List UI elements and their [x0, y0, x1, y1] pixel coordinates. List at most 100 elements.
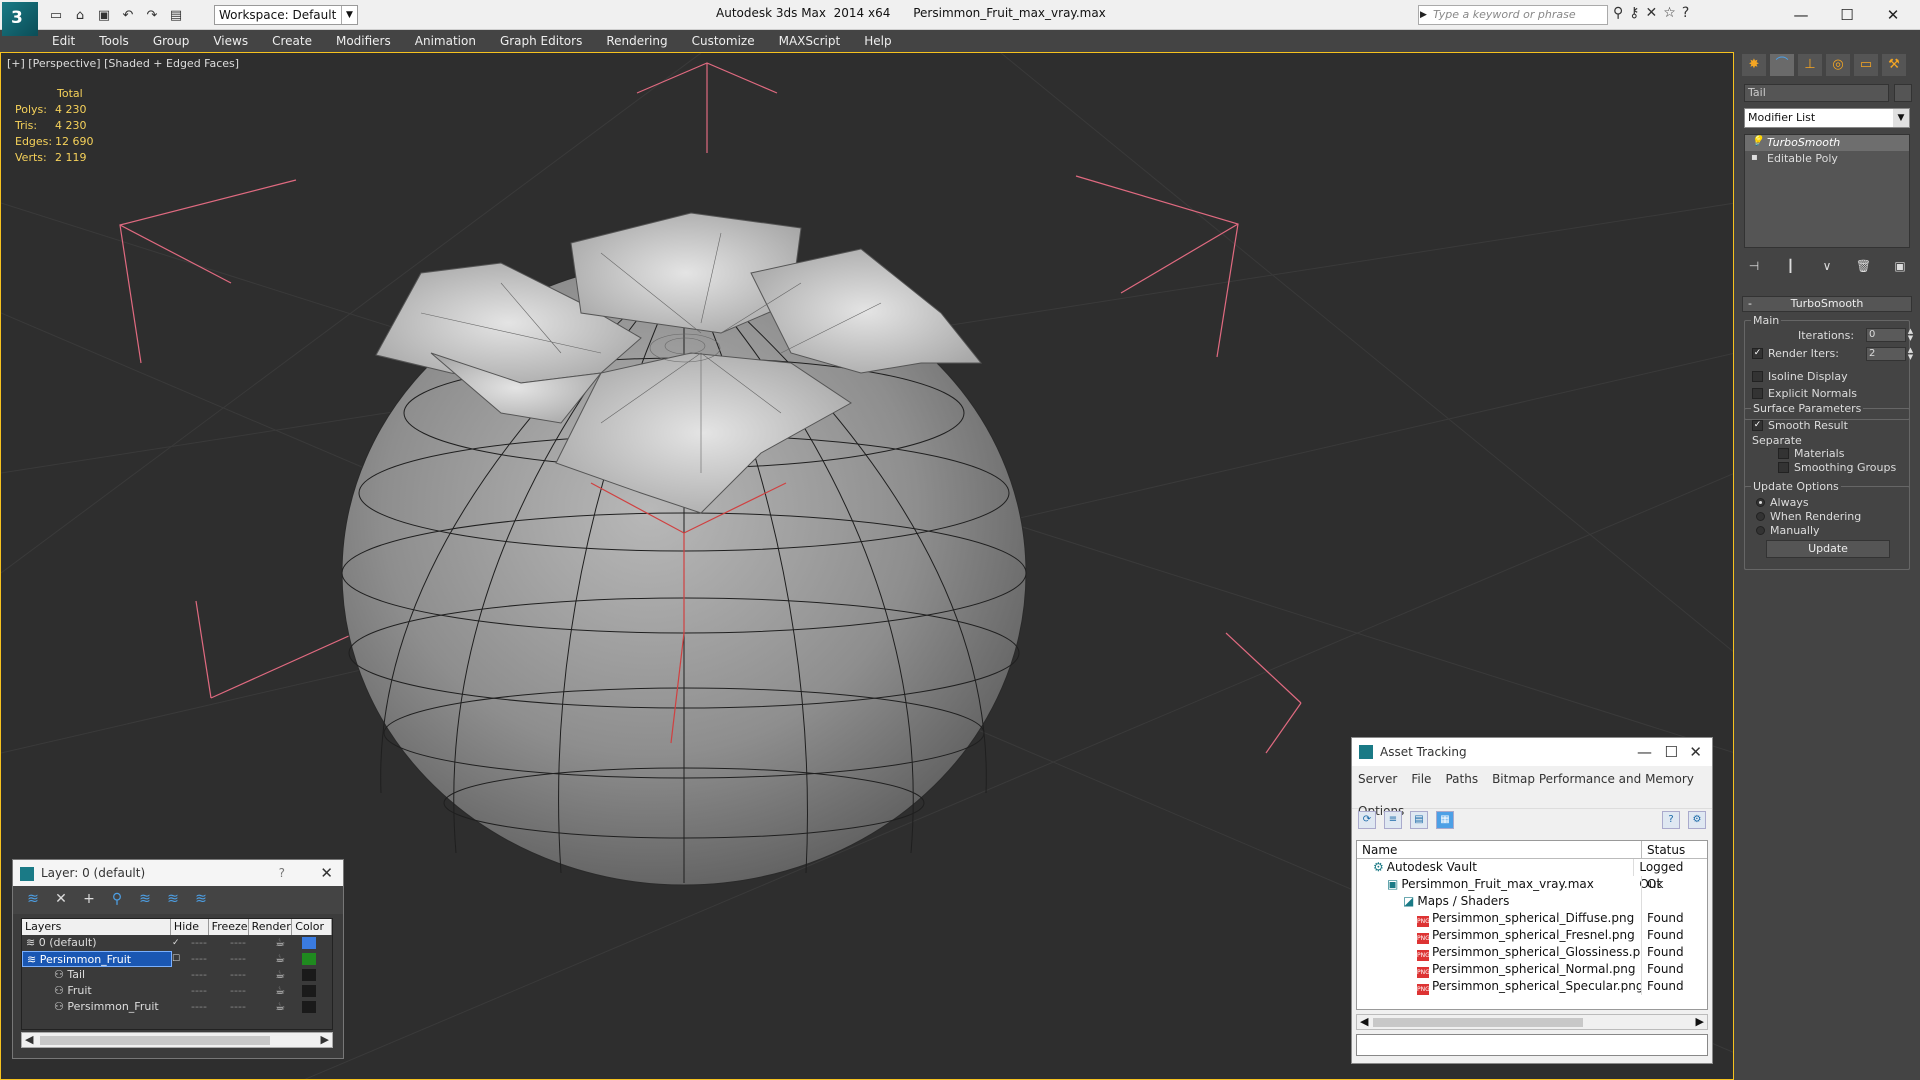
- layer-manager-window[interactable]: Layer: 0 (default) ? ✕ ≋ ✕ + ⚲ ≋ ≋ ≋ Lay…: [12, 859, 344, 1059]
- menu-customize[interactable]: Customize: [680, 30, 767, 52]
- active-layer-check[interactable]: ✓: [172, 935, 180, 951]
- asset-horizontal-scrollbar[interactable]: ◀ ▶: [1356, 1014, 1708, 1030]
- layer-color-swatch[interactable]: [302, 1001, 316, 1013]
- menu-edit[interactable]: Edit: [40, 30, 87, 52]
- layer-color-swatch[interactable]: [302, 985, 316, 997]
- hide-toggle[interactable]: ----: [180, 983, 218, 999]
- hide-toggle[interactable]: ----: [180, 967, 218, 983]
- modifier-list-dropdown[interactable]: Modifier List ▼: [1744, 108, 1910, 128]
- hierarchy-tab-icon[interactable]: ⊥: [1798, 54, 1822, 76]
- delete-layer-icon[interactable]: ✕: [51, 890, 71, 908]
- list-view-icon[interactable]: ≡: [1384, 811, 1402, 829]
- column-freeze[interactable]: Freeze: [209, 919, 249, 935]
- workspace-dropdown[interactable]: Workspace: Default ▼: [214, 5, 358, 25]
- layer-horizontal-scrollbar[interactable]: ◀ ▶: [21, 1032, 333, 1048]
- layer-window-header[interactable]: Layer: 0 (default) ? ✕: [13, 860, 343, 886]
- maximize-icon[interactable]: ☐: [1665, 738, 1678, 766]
- project-folder-icon[interactable]: ▤: [166, 5, 186, 25]
- scroll-left-icon[interactable]: ◀: [25, 1033, 33, 1046]
- make-unique-icon[interactable]: ∨: [1817, 256, 1837, 276]
- configure-sets-icon[interactable]: ▣: [1890, 256, 1910, 276]
- modify-tab-icon[interactable]: ⌒: [1770, 54, 1794, 76]
- active-layer-check[interactable]: [172, 983, 180, 999]
- object-name-field[interactable]: Tail: [1744, 84, 1889, 102]
- freeze-toggle[interactable]: ----: [218, 983, 258, 999]
- help-icon[interactable]: ?: [1682, 5, 1689, 21]
- redo-icon[interactable]: ↷: [142, 5, 162, 25]
- asset-menu-bitmap[interactable]: Bitmap Performance and Memory: [1492, 770, 1694, 788]
- layer-color-swatch[interactable]: [302, 953, 316, 965]
- scroll-left-icon[interactable]: ◀: [1360, 1015, 1368, 1028]
- layer-row[interactable]: ≋ 0 (default) ✓ ---- ---- ☕: [22, 935, 332, 951]
- menu-create[interactable]: Create: [260, 30, 324, 52]
- freeze-toggle[interactable]: ----: [218, 935, 258, 951]
- object-color-swatch[interactable]: [1894, 84, 1912, 102]
- minimize-icon[interactable]: —: [1637, 738, 1652, 766]
- hide-all-icon[interactable]: ≋: [163, 890, 183, 908]
- asset-row[interactable]: PNG Persimmon_spherical_Glossiness.png Fou…: [1357, 944, 1707, 961]
- layer-row[interactable]: ⚇ Persimmon_Fruit ---- ---- ☕: [22, 999, 332, 1015]
- hide-toggle[interactable]: ----: [180, 999, 218, 1015]
- create-tab-icon[interactable]: ✸: [1742, 54, 1766, 76]
- layer-color-swatch[interactable]: [302, 937, 316, 949]
- asset-row[interactable]: PNG Persimmon_spherical_Specular.png Found: [1357, 978, 1707, 995]
- select-objects-icon[interactable]: ⚲: [107, 890, 127, 908]
- asset-row[interactable]: ◪ Maps / Shaders: [1357, 893, 1707, 910]
- open-file-icon[interactable]: ⌂: [70, 5, 90, 25]
- column-hide[interactable]: Hide: [171, 919, 209, 935]
- column-render[interactable]: Render: [249, 919, 293, 935]
- menu-tools[interactable]: Tools: [87, 30, 141, 52]
- render-iters-checkbox[interactable]: ✓: [1752, 348, 1763, 359]
- asset-menu-server[interactable]: Server: [1358, 770, 1397, 788]
- explicit-normals-checkbox[interactable]: [1752, 388, 1763, 399]
- asset-row[interactable]: PNG Persimmon_spherical_Normal.png Found: [1357, 961, 1707, 978]
- freeze-all-icon[interactable]: ≋: [191, 890, 211, 908]
- asset-path-field[interactable]: [1356, 1034, 1708, 1056]
- asset-row[interactable]: PNG Persimmon_spherical_Diffuse.png Found: [1357, 910, 1707, 927]
- asset-tracking-window[interactable]: Asset Tracking — ☐ ✕ Server File Paths B…: [1351, 737, 1713, 1064]
- render-teapot-icon[interactable]: ☕: [258, 935, 302, 951]
- tree-view-icon[interactable]: ▤: [1410, 811, 1428, 829]
- close-icon[interactable]: ✕: [320, 860, 333, 886]
- settings-icon[interactable]: ⚙: [1688, 811, 1706, 829]
- when-rendering-radio[interactable]: [1756, 512, 1765, 521]
- render-teapot-icon[interactable]: ☕: [258, 983, 302, 999]
- lightbulb-icon[interactable]: 💡: [1751, 137, 1763, 147]
- active-layer-check[interactable]: [172, 967, 180, 983]
- asset-row[interactable]: ▣ Persimmon_Fruit_max_vray.max Ok: [1357, 876, 1707, 893]
- display-tab-icon[interactable]: ▭: [1854, 54, 1878, 76]
- show-end-result-icon[interactable]: ┃: [1781, 256, 1801, 276]
- add-to-layer-icon[interactable]: +: [79, 890, 99, 908]
- hide-toggle[interactable]: ----: [180, 951, 218, 967]
- maximize-button[interactable]: ☐: [1824, 0, 1870, 30]
- manually-radio[interactable]: [1756, 526, 1765, 535]
- active-layer-check[interactable]: [172, 999, 180, 1015]
- isoline-checkbox[interactable]: [1752, 371, 1763, 382]
- column-name[interactable]: Name: [1357, 841, 1642, 858]
- menu-help[interactable]: Help: [852, 30, 903, 52]
- stack-item-turbosmooth[interactable]: 💡 TurboSmooth: [1745, 135, 1909, 151]
- layer-row[interactable]: ⚇ Tail ---- ---- ☕: [22, 967, 332, 983]
- table-view-icon[interactable]: ▦: [1436, 811, 1454, 829]
- save-file-icon[interactable]: ▣: [94, 5, 114, 25]
- refresh-icon[interactable]: ⟳: [1358, 811, 1376, 829]
- exchange-icon[interactable]: ✕: [1646, 5, 1658, 21]
- render-iters-spinner[interactable]: 2: [1866, 347, 1906, 361]
- help-icon[interactable]: ?: [1662, 811, 1680, 829]
- expand-icon[interactable]: ▪: [1751, 153, 1761, 163]
- smooth-result-checkbox[interactable]: ✓: [1752, 420, 1763, 431]
- column-color[interactable]: Color: [292, 919, 332, 935]
- spinner-arrows-icon[interactable]: ▲ ▼: [1906, 328, 1915, 342]
- pin-stack-icon[interactable]: ⊣: [1744, 256, 1764, 276]
- minimize-button[interactable]: —: [1778, 0, 1824, 30]
- help-icon[interactable]: ?: [279, 860, 285, 886]
- always-radio[interactable]: [1756, 498, 1765, 507]
- render-teapot-icon[interactable]: ☕: [258, 999, 302, 1015]
- utilities-tab-icon[interactable]: ⚒: [1882, 54, 1906, 76]
- remove-modifier-icon[interactable]: 🗑: [1854, 256, 1874, 276]
- layer-color-swatch[interactable]: [302, 969, 316, 981]
- star-icon[interactable]: ☆: [1663, 5, 1676, 21]
- column-status[interactable]: Status: [1642, 841, 1685, 858]
- menu-modifiers[interactable]: Modifiers: [324, 30, 403, 52]
- update-button[interactable]: Update: [1766, 540, 1890, 558]
